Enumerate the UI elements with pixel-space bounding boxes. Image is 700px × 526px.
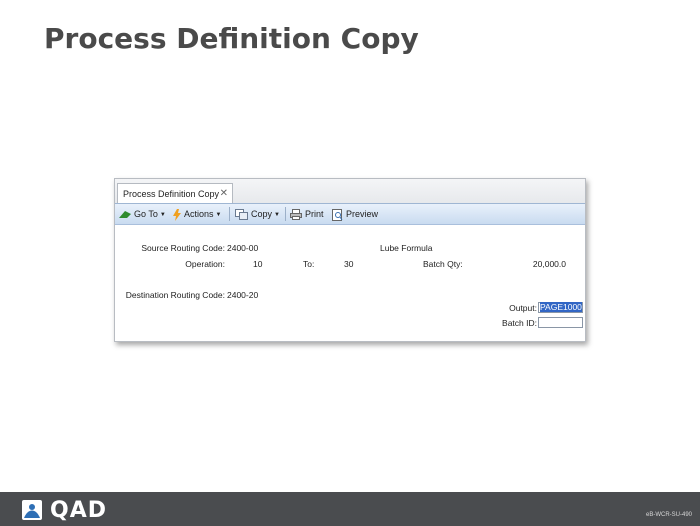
toolbar-divider [285,207,286,221]
operation-label: Operation: [185,259,225,269]
goto-button[interactable]: Go To ▼ [119,207,166,221]
copy-icon [235,209,248,221]
toolbar-divider [229,207,230,221]
print-label: Print [305,209,324,219]
operation-value: 10 [253,259,263,269]
toolbar: Go To ▼ Actions ▼ Copy ▼ Print Preview [115,203,585,225]
copy-label: Copy [251,209,273,219]
actions-button[interactable]: Actions ▼ [173,207,221,221]
batch-qty-value: 20,000.0 [532,259,566,269]
copy-button[interactable]: Copy ▼ [235,207,280,221]
source-routing-code-value: 2400-00 [227,243,259,253]
batch-id-field[interactable] [538,317,583,328]
tab-label: Process Definition Copy [123,189,220,199]
chevron-down-icon: ▼ [215,211,222,218]
printer-icon [290,209,302,221]
chevron-down-icon: ▼ [274,211,280,218]
lightning-icon [173,208,181,221]
output-label: Output: [509,303,537,313]
preview-button[interactable]: Preview [332,207,378,221]
preview-label: Preview [346,209,379,219]
goto-label: Go To [134,209,158,219]
to-label: To: [303,259,315,269]
to-value: 30 [344,259,354,269]
qad-logo-text: QAD [50,498,107,523]
actions-label: Actions [184,209,214,219]
qad-logo-icon [22,500,42,520]
slide-code: eB-WCR-SU-490 [645,512,692,518]
routing-description: Lube Formula [380,243,433,253]
output-field[interactable]: PAGE1000 [538,302,583,313]
output-value: PAGE1000 [540,302,582,312]
preview-icon [332,208,343,221]
destination-routing-code-value: 2400-20 [227,290,259,300]
batch-id-label: Batch ID: [502,318,537,328]
destination-routing-code-label: Destination Routing Code: [125,290,225,300]
goto-arrow-icon [119,211,131,219]
tab-process-definition-copy[interactable]: Process Definition Copy ✕ [117,183,233,203]
process-definition-copy-window: Process Definition Copy ✕ Go To ▼ Actions… [114,178,586,342]
slide-title: Process Definition Copy [44,22,419,55]
batch-qty-label: Batch Qty: [423,259,463,269]
chevron-down-icon: ▼ [159,211,166,218]
print-button[interactable]: Print [290,207,324,221]
tab-bar: Process Definition Copy ✕ [115,179,585,203]
close-icon[interactable]: ✕ [220,184,228,204]
source-routing-code-label: Source Routing Code: [141,243,225,253]
